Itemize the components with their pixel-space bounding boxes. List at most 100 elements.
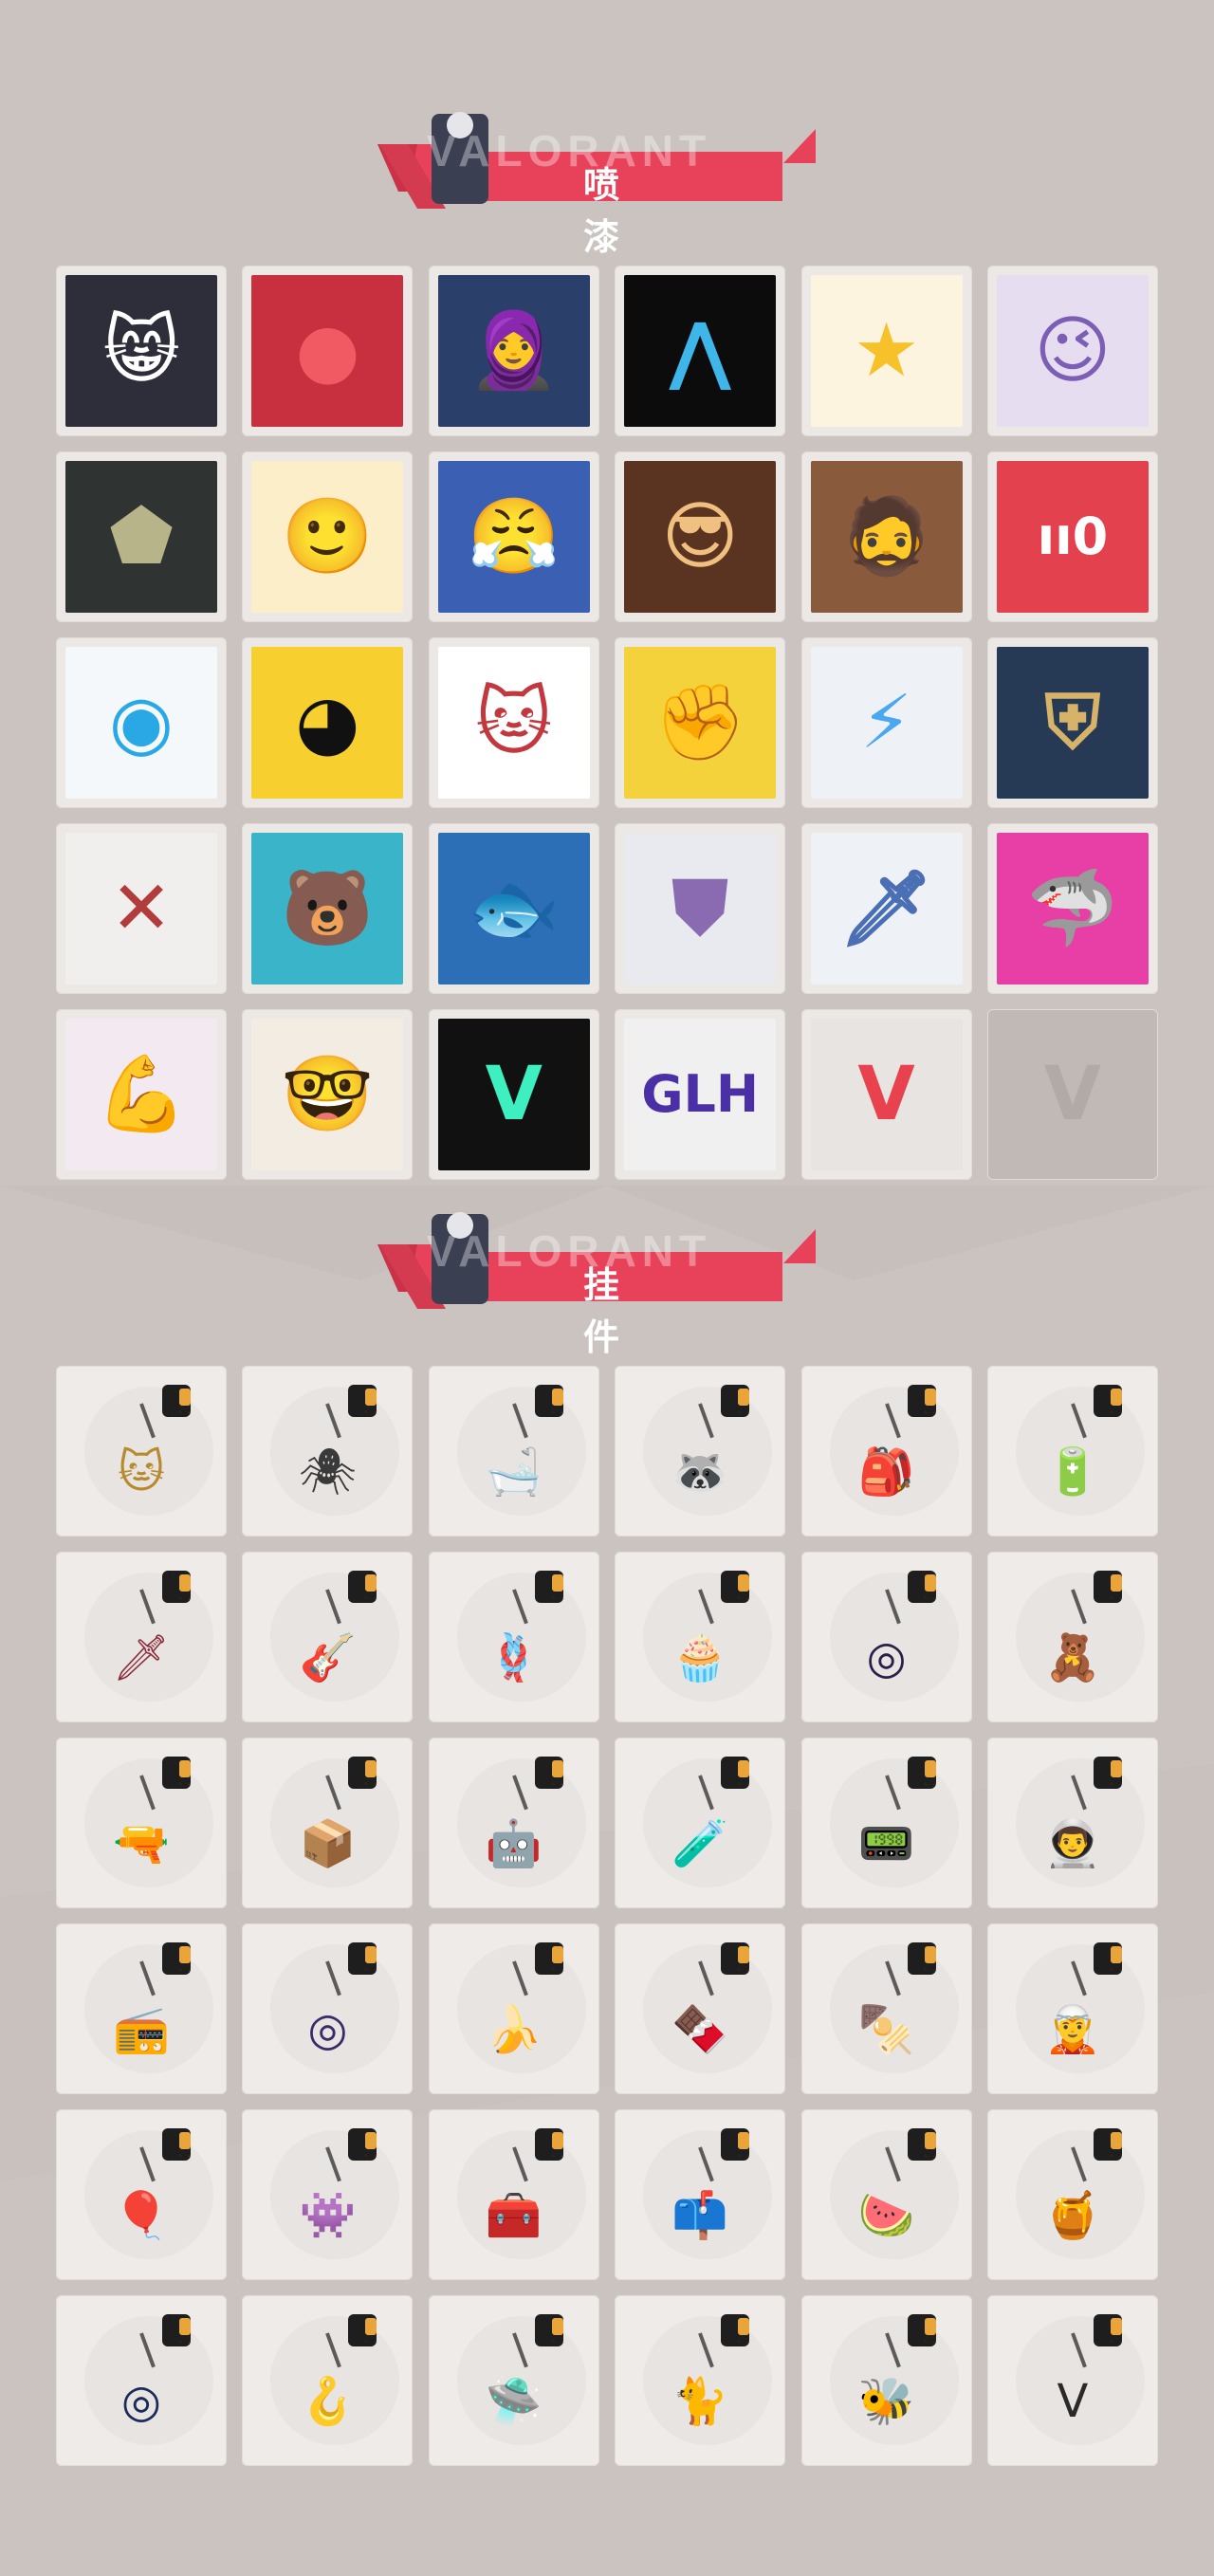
charms-grid: 🐱 🕷 🛁 🦝 🎒 🔋 🗡 🎸 🪢 🧁 ◎ 🧸 🔫 📦 🤖 🧪 📟 👨‍🚀 📻 ◎ 🍌 🍫 🍢 🧝 🎈 👾 🧰 📫 🍉 🍯 ◎ 🪝 🛸 🐈 🐝 V <box>56 1366 1158 2466</box>
watermelon-charm-icon: 🍉 <box>857 2189 915 2242</box>
dark-helmet-spray-icon: ⬟ <box>65 461 217 613</box>
charm-hook-icon <box>1093 1385 1122 1417</box>
charm-tile[interactable]: 📦 <box>242 1738 414 1908</box>
charm-tile[interactable]: 🎒 <box>800 1366 972 1536</box>
charm-tile[interactable]: 🧪 <box>615 1738 786 1908</box>
charm-tile[interactable]: 🐝 <box>800 2295 972 2466</box>
charm-tile[interactable]: 🕷 <box>242 1366 414 1536</box>
charm-hook-icon <box>162 1942 191 1975</box>
spray-tile[interactable]: ✕ <box>56 823 227 994</box>
charm-hook-icon <box>721 1942 750 1975</box>
spray-tile[interactable]: ● <box>242 266 414 436</box>
gauntlet-grenade-spray-icon: ✊ <box>624 647 777 799</box>
charm-tile[interactable]: 🪢 <box>428 1552 599 1722</box>
white-hair-agent-spray-icon: 🗡 <box>810 833 963 984</box>
spray-tile[interactable]: ıı0 <box>986 451 1158 622</box>
charm-tile[interactable]: 👾 <box>242 2109 414 2280</box>
charm-hook-icon <box>907 2314 936 2346</box>
charm-tile[interactable]: 🧸 <box>986 1552 1158 1722</box>
charm-tile[interactable]: 🍌 <box>428 1923 599 2094</box>
spray-tile[interactable]: V <box>800 1009 972 1180</box>
charm-tile[interactable]: 🍫 <box>615 1923 786 2094</box>
charm-tile[interactable]: 🍯 <box>986 2109 1158 2280</box>
bearded-agent-spray-icon: 🧔 <box>810 461 963 613</box>
spray-tile[interactable]: ⬟ <box>56 451 227 622</box>
spray-tile[interactable]: 😸 <box>56 266 227 436</box>
charm-tile[interactable]: 🎈 <box>56 2109 227 2280</box>
pink-mascot-charm-icon: 👾 <box>299 2189 357 2242</box>
spray-tile[interactable]: 😉 <box>986 266 1158 436</box>
guitar-charm-icon: 🎸 <box>299 1631 357 1684</box>
astronaut-charm-icon: 👨‍🚀 <box>1044 1817 1101 1870</box>
charm-hook-icon <box>721 2314 750 2346</box>
charm-tile[interactable]: 🎸 <box>242 1552 414 1722</box>
spray-tile[interactable]: V <box>986 1009 1158 1180</box>
spray-tile[interactable]: 🧔 <box>800 451 972 622</box>
blue-claw-spray-icon: ⋀ <box>624 275 777 427</box>
skewer-charm-icon: 🍢 <box>857 2003 915 2056</box>
charm-tile[interactable]: 🐈 <box>615 2295 786 2466</box>
charm-tile[interactable]: 📟 <box>800 1738 972 1908</box>
charm-tile[interactable]: 🍢 <box>800 1923 972 2094</box>
sunglasses-agent-spray-icon: 😎 <box>624 461 777 613</box>
ep9-gold-disc-charm-icon: ◎ <box>121 2375 161 2428</box>
charm-tile[interactable]: 👨‍🚀 <box>986 1738 1158 1908</box>
ammo-box-charm-icon: 🧰 <box>485 2189 543 2242</box>
charm-tile[interactable]: 🔫 <box>56 1738 227 1908</box>
charm-tile[interactable]: 🛁 <box>428 1366 599 1536</box>
spray-tile[interactable]: ★ <box>800 266 972 436</box>
charm-tile[interactable]: 📫 <box>615 2109 786 2280</box>
spray-tile[interactable]: 🐟 <box>428 823 599 994</box>
charm-tile[interactable]: 🤖 <box>428 1738 599 1908</box>
charm-hook-icon <box>534 1757 563 1789</box>
charm-hook-icon <box>1093 1757 1122 1789</box>
charm-tile[interactable]: ◎ <box>56 2295 227 2466</box>
boxing-bear-charm-icon: 🧸 <box>1044 1631 1101 1684</box>
spray-tile[interactable]: 🦈 <box>986 823 1158 994</box>
beehive-charm-icon: 🍯 <box>1044 2189 1101 2242</box>
spray-tile[interactable]: V <box>428 1009 599 1180</box>
spray-tile[interactable]: ◕ <box>242 637 414 808</box>
charm-tile[interactable]: 🪝 <box>242 2295 414 2466</box>
spray-tile[interactable]: 🐱 <box>428 637 599 808</box>
gold-star-spray-icon: ★ <box>810 275 963 427</box>
green-pager-charm-icon: 📟 <box>857 1817 915 1870</box>
charm-hook-icon <box>1093 1571 1122 1603</box>
charm-tile[interactable]: 🍉 <box>800 2109 972 2280</box>
charm-tile[interactable]: V <box>986 2295 1158 2466</box>
spray-tile[interactable]: ⚡ <box>800 637 972 808</box>
pistol-holster-charm-icon: 🔫 <box>113 1817 170 1870</box>
red-blob-spray-icon: ● <box>251 275 404 427</box>
charm-hook-icon <box>721 1571 750 1603</box>
spray-tile[interactable]: ✊ <box>615 637 786 808</box>
spray-tile[interactable]: ◉ <box>56 637 227 808</box>
ufo-charm-icon: 🛸 <box>485 2375 543 2428</box>
spray-tile[interactable]: 🙂 <box>242 451 414 622</box>
charm-tile[interactable]: ◎ <box>242 1923 414 2094</box>
charm-tile[interactable]: 🧰 <box>428 2109 599 2280</box>
spray-tile[interactable]: 😎 <box>615 451 786 622</box>
spray-tile[interactable]: 😤 <box>428 451 599 622</box>
spray-tile[interactable]: 🐻 <box>242 823 414 994</box>
valorant-tag-charm-icon: V <box>1057 2375 1089 2428</box>
charm-tile[interactable]: 🗡 <box>56 1552 227 1722</box>
charm-tile[interactable]: 🧁 <box>615 1552 786 1722</box>
spray-tile[interactable]: ⛨ <box>986 637 1158 808</box>
spray-tile[interactable]: 💪 <box>56 1009 227 1180</box>
spray-tile[interactable]: GLH <box>615 1009 786 1180</box>
charm-tile[interactable]: 🔋 <box>986 1366 1158 1536</box>
spray-tile[interactable]: 🤓 <box>242 1009 414 1180</box>
charm-tile[interactable]: 🐱 <box>56 1366 227 1536</box>
charm-tile[interactable]: 🦝 <box>615 1366 786 1536</box>
charm-tile[interactable]: 🧝 <box>986 1923 1158 2094</box>
glasses-agent-spray-icon: 🤓 <box>251 1019 404 1170</box>
spray-tile[interactable]: 🧕 <box>428 266 599 436</box>
spray-tile[interactable]: ⛊ <box>615 823 786 994</box>
charm-tile[interactable]: 🛸 <box>428 2295 599 2466</box>
spray-tile[interactable]: ⋀ <box>615 266 786 436</box>
charm-hook-icon <box>162 1757 191 1789</box>
charm-tile[interactable]: ◎ <box>800 1552 972 1722</box>
spray-tile[interactable]: 🗡 <box>800 823 972 994</box>
charm-tile[interactable]: 📻 <box>56 1923 227 2094</box>
charms-section-header: VALORANT 挂 件 <box>0 1205 1214 1358</box>
